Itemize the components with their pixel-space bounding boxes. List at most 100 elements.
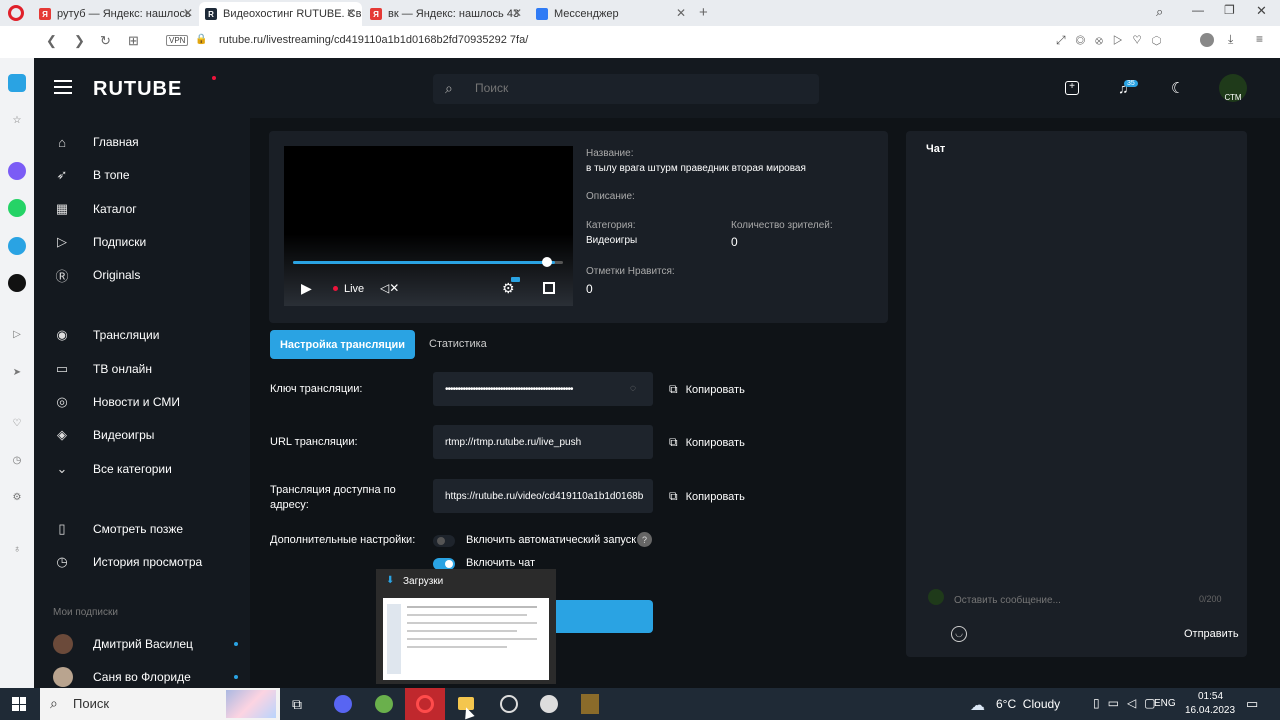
player-icon[interactable]: ▷ <box>8 325 26 343</box>
profile-icon[interactable] <box>1200 33 1214 47</box>
send-button[interactable]: Отправить <box>1184 628 1239 640</box>
copy-key-button[interactable]: ⧉ Копировать <box>669 382 745 397</box>
task-view-icon[interactable]: ⧉ <box>292 696 302 713</box>
stream-address-field[interactable]: https://rutube.ru/video/cd419110a1b1d016… <box>433 479 653 513</box>
messenger-app-icon[interactable] <box>8 162 26 180</box>
close-icon[interactable]: ✕ <box>346 6 356 20</box>
sidebar-item-broadcasts[interactable]: ◉ Трансляции <box>53 323 159 347</box>
speed-dial-icon[interactable] <box>8 74 26 92</box>
sidebar-item-all-categories[interactable]: ⌄ Все категории <box>53 457 172 481</box>
game-icon[interactable] <box>581 694 599 714</box>
sidebar-item-top[interactable]: ➶ В топе <box>53 163 130 187</box>
progress-track[interactable] <box>293 261 563 264</box>
sidebar-item-tv[interactable]: ▭ ТВ онлайн <box>53 357 152 381</box>
browser-tab-2[interactable]: Я вк — Яндекс: нашлось 43 ✕ <box>364 2 528 26</box>
avatar[interactable]: СТМ <box>1219 74 1247 102</box>
settings-icon[interactable]: ⚙ <box>8 488 26 506</box>
vpn-badge[interactable]: VPN <box>166 35 189 46</box>
sidebar-item-watch-later[interactable]: ▯ Смотреть позже <box>53 517 183 541</box>
tab-settings[interactable]: Настройка трансляции <box>270 330 415 359</box>
help-icon[interactable]: ? <box>637 532 652 547</box>
clock-time[interactable]: 01:54 <box>1198 691 1223 702</box>
browser-tab-1[interactable]: R Видеохостинг RUTUBE. Св ✕ <box>199 2 362 26</box>
url-field[interactable]: rutube.ru/livestreaming/cd419110a1b1d016… <box>219 34 528 46</box>
subscription-channel[interactable]: Саня во Флориде <box>53 665 191 689</box>
download-icon[interactable]: ⤓ <box>1228 32 1233 47</box>
window-thumbnail[interactable] <box>383 598 549 680</box>
upload-icon[interactable]: + <box>1065 81 1079 95</box>
home-icon: ⌂ <box>58 134 66 150</box>
reload-icon[interactable]: ↻ <box>100 33 111 49</box>
menu-icon[interactable]: ≡ <box>1256 32 1263 46</box>
new-tab-icon[interactable]: + <box>699 4 708 21</box>
sidebar-item-games[interactable]: ◈ Видеоигры <box>53 423 154 447</box>
language-indicator[interactable]: ENG <box>1154 698 1176 709</box>
browser-tab-0[interactable]: Я рутуб — Яндекс: нашлось ✕ <box>33 2 199 26</box>
stream-url-field[interactable]: rtmp://rtmp.rutube.ru/live_push <box>433 425 653 459</box>
mute-icon[interactable]: ◁✕ <box>380 281 399 295</box>
subscription-channel[interactable]: Дмитрий Василец <box>53 632 193 656</box>
tab-statistics[interactable]: Статистика <box>429 338 487 350</box>
video-player[interactable] <box>284 146 573 306</box>
progress-handle[interactable] <box>541 257 552 267</box>
restore-icon[interactable]: ❐ <box>1224 3 1235 17</box>
history-icon: ◷ <box>56 554 68 569</box>
fullscreen-icon[interactable] <box>543 282 555 294</box>
opera-taskbar-icon[interactable] <box>405 688 445 720</box>
copy-url-button[interactable]: ⧉ Копировать <box>669 435 745 450</box>
telegram-icon[interactable] <box>8 237 26 255</box>
bulb-icon[interactable]: ♁ <box>8 540 26 558</box>
tabs-grid-icon[interactable]: ⊞ <box>128 33 139 49</box>
forward-icon[interactable]: ❯ <box>74 33 85 49</box>
sidebar-item-history[interactable]: ◷ История просмотра <box>53 550 202 574</box>
stream-key-field[interactable]: ••••••••••••••••••••••••••••••••••••••••… <box>433 372 653 406</box>
chat-message-input[interactable] <box>952 590 1191 610</box>
sidebar-item-catalog[interactable]: ▦ Каталог <box>53 197 137 221</box>
copy-address-button[interactable]: ⧉ Копировать <box>669 489 745 504</box>
back-icon[interactable]: ❮ <box>46 33 57 49</box>
search-box[interactable]: ⌕ <box>433 74 819 104</box>
settings-icon[interactable]: ⚙ <box>502 280 515 297</box>
tiktok-icon[interactable] <box>8 274 26 292</box>
history-icon[interactable]: ◷ <box>8 451 26 469</box>
auto-start-toggle[interactable] <box>433 535 455 547</box>
play-icon[interactable]: ▶ <box>301 280 312 297</box>
notifications-icon[interactable]: ▭ <box>1246 696 1258 712</box>
utorrent-icon[interactable] <box>375 695 393 713</box>
close-icon[interactable]: ✕ <box>183 6 193 20</box>
minimize-icon[interactable]: — <box>1192 3 1204 17</box>
weather-text[interactable]: 6°C Cloudy <box>996 697 1060 711</box>
opera-logo-icon[interactable] <box>8 5 24 21</box>
search-icon[interactable]: ⌕ <box>1156 4 1163 20</box>
live-label[interactable]: Live <box>344 283 364 295</box>
bookmark-star-icon[interactable]: ☆ <box>8 111 26 129</box>
emoji-icon[interactable]: ◡ <box>951 626 967 642</box>
discord-icon[interactable] <box>334 695 352 713</box>
sidebar-item-subscriptions[interactable]: ▷ Подписки <box>53 230 146 254</box>
chat-title: Чат <box>926 143 946 155</box>
close-icon[interactable]: ✕ <box>676 6 686 20</box>
windows-start-icon[interactable] <box>12 697 26 711</box>
send-icon[interactable]: ➤ <box>8 363 26 381</box>
chat-toggle-label: Включить чат <box>466 557 536 569</box>
eye-hidden-icon[interactable]: ◌ <box>630 383 636 394</box>
sidebar-item-home[interactable]: ⌂ Главная <box>53 130 139 154</box>
sidebar-item-originals[interactable]: Ⓡ Originals <box>53 263 140 287</box>
heart-icon[interactable]: ♡ <box>8 414 26 432</box>
copy-icon: ⧉ <box>669 382 678 396</box>
theme-moon-icon[interactable]: ☾ <box>1171 79 1184 97</box>
hamburger-menu-icon[interactable] <box>54 80 72 94</box>
close-window-icon[interactable]: ✕ <box>1256 3 1267 19</box>
downloads-popup[interactable]: ⬇ Загрузки <box>376 569 556 684</box>
clock-date[interactable]: 16.04.2023 <box>1185 705 1235 716</box>
close-icon[interactable]: ✕ <box>512 6 522 20</box>
system-tray-icons[interactable]: ▯▭◁▢ <box>1093 696 1164 710</box>
app-icon[interactable] <box>540 695 558 713</box>
app-icon[interactable] <box>500 695 518 713</box>
search-input[interactable] <box>473 80 777 96</box>
browser-tab-3[interactable]: Мессенджер ✕ <box>530 2 692 26</box>
rutube-logo[interactable]: RUTUBE <box>93 78 182 101</box>
taskbar-search-box[interactable]: ⌕ Поиск <box>40 688 280 720</box>
sidebar-item-news[interactable]: ◎ Новости и СМИ <box>53 390 180 414</box>
whatsapp-icon[interactable] <box>8 199 26 217</box>
